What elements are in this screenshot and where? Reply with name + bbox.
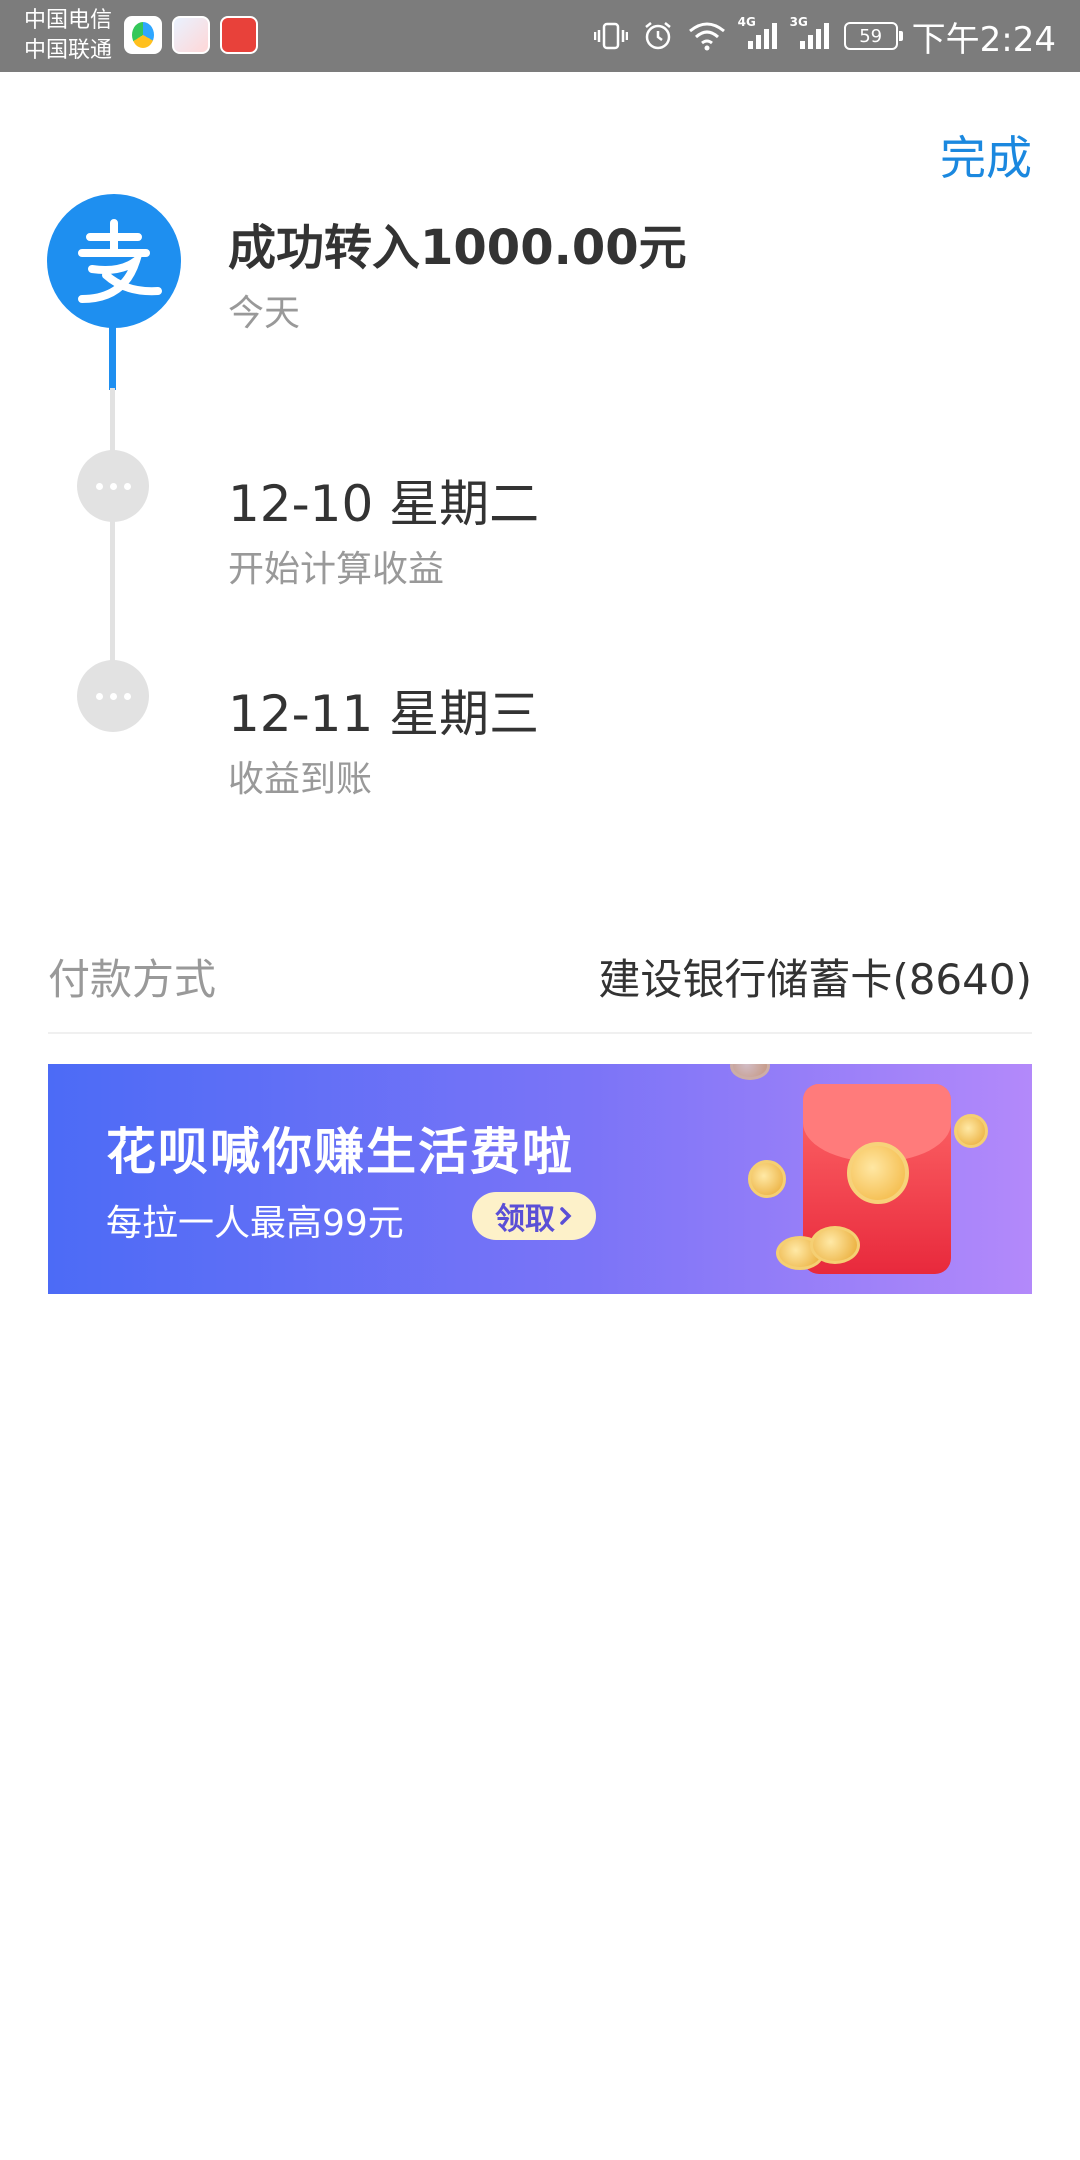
- status-indicators: 4G 3G 59 下午2:24: [593, 0, 1056, 72]
- carrier-info: 中国电信 中国联通: [24, 6, 112, 66]
- promo-banner[interactable]: 花呗喊你赚生活费啦 每拉一人最高99元 领取: [48, 1064, 1032, 1294]
- timeline-line: [110, 388, 115, 688]
- step-2-title: 12-10 星期二: [228, 475, 540, 533]
- alipay-logo-icon: [47, 194, 181, 328]
- payment-method-value: 建设银行储蓄卡(8640): [598, 955, 1032, 1004]
- video-app-icon: [124, 16, 162, 54]
- clock: 下午2:24: [911, 19, 1056, 60]
- vibrate-icon: [593, 21, 628, 51]
- pending-step-icon: [77, 660, 149, 732]
- carrier-2: 中国联通: [24, 38, 113, 63]
- signal-4g-tag: 4G: [737, 15, 756, 29]
- claim-button-label: 领取: [495, 1202, 555, 1237]
- signal-3g-icon: 3G: [790, 15, 830, 51]
- notification-icons: [124, 16, 258, 54]
- battery-icon: 59: [843, 22, 903, 50]
- signal-3g-tag: 3G: [789, 15, 808, 29]
- step-1-subtitle: 今天: [228, 293, 301, 334]
- maps-app-icon: [172, 16, 210, 54]
- banner-title: 花呗喊你赚生活费啦: [106, 1123, 574, 1181]
- claim-button[interactable]: 领取: [472, 1192, 596, 1240]
- step-3-subtitle: 收益到账: [228, 759, 373, 800]
- step-1-title: 成功转入1000.00元: [228, 220, 687, 276]
- chevron-right-icon: [560, 1207, 572, 1225]
- payment-method-label: 付款方式: [48, 955, 217, 1004]
- coin-icon: [810, 1226, 860, 1264]
- divider: [48, 1032, 1032, 1034]
- carrier-1: 中国电信: [24, 8, 113, 33]
- done-button[interactable]: 完成: [940, 122, 1032, 188]
- banner-subtitle: 每拉一人最高99元: [106, 1203, 404, 1244]
- alarm-icon: [642, 20, 674, 52]
- pending-step-icon: [77, 450, 149, 522]
- wifi-icon: [688, 21, 726, 51]
- shopping-app-icon: [220, 16, 258, 54]
- timeline-progress-line: [109, 326, 116, 390]
- coin-icon: [954, 1114, 988, 1148]
- coin-icon: [730, 1064, 770, 1080]
- coin-icon: [748, 1160, 786, 1198]
- signal-4g-icon: 4G: [738, 15, 778, 51]
- status-bar: 中国电信 中国联通 4G 3G 59 下午2:24: [0, 0, 1080, 72]
- step-3-title: 12-11 星期三: [228, 685, 540, 743]
- step-2-subtitle: 开始计算收益: [228, 549, 445, 590]
